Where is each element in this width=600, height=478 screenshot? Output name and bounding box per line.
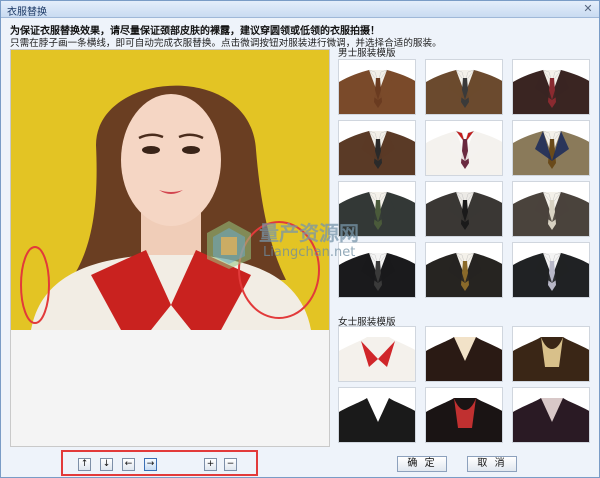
male-template-thumb[interactable] <box>425 181 503 237</box>
move-down-button[interactable]: ↓ <box>100 458 113 471</box>
portrait-photo[interactable] <box>11 50 329 330</box>
ok-button[interactable]: 确 定 <box>397 456 447 472</box>
male-template-thumb[interactable] <box>512 242 590 298</box>
cancel-button[interactable]: 取 消 <box>467 456 517 472</box>
female-template-thumb[interactable] <box>338 387 416 443</box>
clothes-replace-dialog: 衣服替换 ✕ 为保证衣服替换效果，请尽量保证颈部皮肤的裸露，建议穿圆领或低领的衣… <box>0 0 600 478</box>
close-icon[interactable]: ✕ <box>581 2 595 16</box>
female-template-thumb[interactable] <box>512 326 590 382</box>
adjust-controls: ↑ ↓ ← → + − <box>61 450 258 476</box>
move-up-button[interactable]: ↑ <box>78 458 91 471</box>
male-template-thumb[interactable] <box>425 242 503 298</box>
male-template-thumb[interactable] <box>512 120 590 176</box>
female-template-thumb[interactable] <box>512 387 590 443</box>
male-template-thumb[interactable] <box>425 120 503 176</box>
male-template-thumb[interactable] <box>338 59 416 115</box>
zoom-in-button[interactable]: + <box>204 458 217 471</box>
title-bar: 衣服替换 ✕ <box>1 1 599 18</box>
male-section-label: 男士服装模版 <box>338 48 396 59</box>
male-template-thumb[interactable] <box>338 181 416 237</box>
male-template-thumb[interactable] <box>338 242 416 298</box>
female-template-thumb[interactable] <box>425 387 503 443</box>
move-left-button[interactable]: ← <box>122 458 135 471</box>
zoom-out-button[interactable]: − <box>224 458 237 471</box>
male-template-thumb[interactable] <box>512 181 590 237</box>
male-template-thumb[interactable] <box>512 59 590 115</box>
male-template-thumb[interactable] <box>338 120 416 176</box>
male-template-thumb[interactable] <box>425 59 503 115</box>
photo-canvas[interactable] <box>10 49 330 447</box>
female-template-thumb[interactable] <box>338 326 416 382</box>
move-right-button[interactable]: → <box>144 458 157 471</box>
female-template-thumb[interactable] <box>425 326 503 382</box>
window-title: 衣服替换 <box>7 7 47 18</box>
